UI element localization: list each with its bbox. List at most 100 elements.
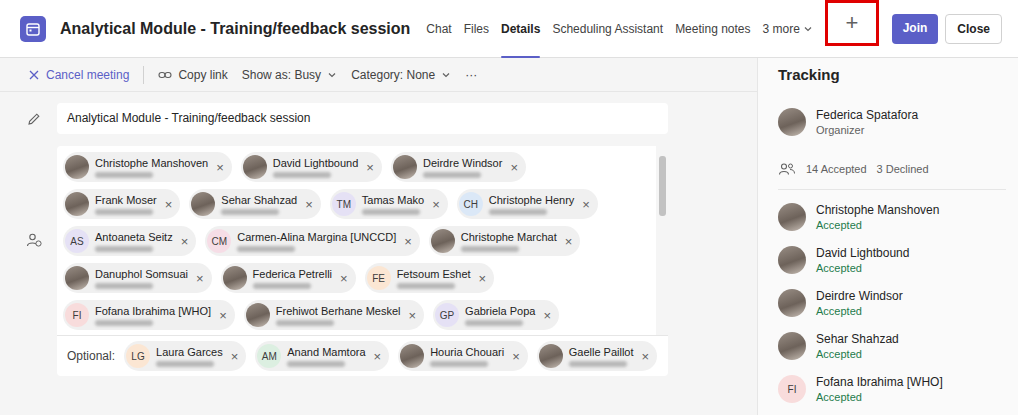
chip-text: Antoaneta Seitz — [95, 231, 173, 252]
tab[interactable]: Files — [458, 0, 495, 58]
remove-button[interactable]: × — [165, 197, 173, 212]
attendee-chip[interactable]: FIFofana Ibrahima [WHO]× — [63, 300, 235, 330]
tab[interactable]: Meeting notes — [669, 0, 756, 58]
attendee-name: Antoaneta Seitz — [95, 231, 173, 243]
avatar-color: GP — [435, 303, 459, 327]
optional-attendees: Optional:LGLaura Garces×AMAnand Mamtora×… — [57, 336, 668, 376]
toolbar-cancel[interactable]: Cancel meeting — [28, 68, 129, 82]
remove-button[interactable]: × — [366, 160, 374, 175]
header-buttons: JoinClose — [892, 14, 1002, 44]
close-button[interactable]: Close — [945, 14, 1002, 44]
chip-text: Frank Moser — [95, 194, 157, 215]
avatar: FE — [367, 266, 391, 290]
toolbar-dropdown[interactable]: Show as: Busy — [242, 68, 337, 82]
attendee-chip[interactable]: Gaelle Paillot × — [537, 341, 657, 371]
attendee-chip[interactable]: Frehiwot Berhane Meskel× — [244, 300, 424, 330]
attendee-chip[interactable]: ASAntoaneta Seitz× — [63, 226, 196, 256]
attendee-chip[interactable]: CMCarmen-Alina Margina [UNCCD]× — [205, 226, 420, 256]
avatar-initials: CH — [464, 199, 478, 210]
attendee-chip[interactable]: GPGabriela Popa× — [433, 300, 559, 330]
separator — [143, 66, 144, 84]
person-name: Fofana Ibrahima [WHO] — [816, 375, 943, 389]
remove-button[interactable]: × — [231, 349, 239, 364]
person-name: Federica Spatafora — [816, 108, 918, 122]
toolbar-label[interactable]: Cancel meeting — [46, 68, 129, 82]
avatar — [65, 192, 89, 216]
remove-button[interactable]: × — [565, 234, 573, 249]
attendee-chip[interactable]: LG Laura Garces × — [124, 341, 246, 371]
toolbar-dropdown[interactable]: Category: None — [351, 68, 451, 82]
body: Cancel meeting Copy link Show as: Busy Cate… — [0, 58, 1018, 415]
blurred-email — [430, 361, 488, 367]
attendee-chip[interactable]: Christophe Manshoven× — [63, 152, 232, 182]
toolbar-label[interactable]: Category: None — [351, 68, 435, 82]
attendee-chip[interactable]: David Lightbound × — [241, 152, 382, 182]
attendee-name: David Lightbound — [273, 157, 359, 169]
avatar: LG — [126, 344, 150, 368]
remove-button[interactable]: × — [642, 349, 650, 364]
remove-button[interactable]: × — [216, 160, 224, 175]
attendee-chip[interactable]: TMTamas Mako× — [330, 189, 448, 219]
blurred-email — [156, 361, 214, 367]
chip-text: Fetsoum Eshet — [397, 268, 471, 289]
attendee-chip[interactable]: AMAnand Mamtora× — [255, 341, 389, 371]
join-button[interactable]: Join — [892, 14, 939, 44]
remove-button[interactable]: × — [404, 234, 412, 249]
blurred-email — [253, 283, 311, 289]
remove-button[interactable]: × — [181, 234, 189, 249]
toolbar-link[interactable]: Copy link — [158, 68, 227, 82]
scrollbar[interactable] — [656, 146, 668, 335]
attendee-chip[interactable]: Houria Chouari× — [398, 341, 528, 371]
remove-button[interactable]: × — [219, 308, 227, 323]
more-tabs-label[interactable]: 3 more — [763, 22, 800, 36]
avatar — [393, 155, 417, 179]
meeting-form: Analytical Module - Training/feedback se… — [0, 92, 668, 376]
more-tabs[interactable]: 3 more — [757, 0, 819, 58]
remove-button[interactable]: × — [196, 271, 204, 286]
attendee-name: Gaelle Paillot — [569, 346, 634, 358]
remove-button[interactable]: × — [408, 308, 416, 323]
remove-button[interactable]: × — [510, 160, 518, 175]
attendees-field[interactable]: Christophe Manshoven×David Lightbound×De… — [57, 146, 668, 376]
remove-button[interactable]: × — [432, 197, 440, 212]
blurred-email — [95, 246, 153, 252]
calendar-glyph-icon — [25, 21, 41, 37]
remove-button[interactable]: × — [582, 197, 590, 212]
remove-button[interactable]: × — [512, 349, 520, 364]
toolbar-more[interactable]: ··· — [465, 68, 477, 82]
attendee-chip[interactable]: Danuphol Somsuai× — [63, 263, 212, 293]
avatar — [400, 344, 424, 368]
blurred-email — [397, 283, 455, 289]
required-attendees: Christophe Manshoven×David Lightbound×De… — [57, 146, 668, 336]
avatar-initials: LG — [131, 351, 144, 362]
attendee-name: Carmen-Alina Margina [UNCCD] — [237, 231, 396, 243]
attendee-chip[interactable]: Frank Moser × — [63, 189, 180, 219]
scrollbar-thumb[interactable] — [659, 156, 666, 216]
attendee-chip[interactable]: CHChristophe Henry× — [457, 189, 598, 219]
title-field[interactable]: Analytical Module - Training/feedback se… — [57, 103, 668, 134]
remove-button[interactable]: × — [479, 271, 487, 286]
remove-button[interactable]: × — [305, 197, 313, 212]
avatar — [539, 344, 563, 368]
tab[interactable]: Chat — [420, 0, 457, 58]
blurred-email — [569, 361, 627, 367]
attendee-chip[interactable]: Federica Petrelli× — [221, 263, 356, 293]
avatar — [778, 203, 806, 231]
chip-text: Laura Garces — [156, 346, 223, 367]
remove-button[interactable]: × — [340, 271, 348, 286]
toolbar-label[interactable]: Copy link — [178, 68, 227, 82]
tab[interactable]: Scheduling Assistant — [546, 0, 669, 58]
attendee-chip[interactable]: FE Fetsoum Eshet × — [365, 263, 495, 293]
remove-button[interactable]: × — [543, 308, 551, 323]
attendee-chip[interactable]: Christophe Marchat× — [429, 226, 581, 256]
attendee-chip[interactable]: Deirdre Windsor× — [391, 152, 526, 182]
toolbar-label[interactable]: Show as: Busy — [242, 68, 321, 82]
tab[interactable]: Details — [495, 0, 546, 58]
person-text: Fofana Ibrahima [WHO]Accepted — [816, 375, 943, 403]
toolbar-label[interactable]: ··· — [465, 68, 477, 82]
avatar-photo — [243, 155, 267, 179]
header-bar: Analytical Module - Training/feedback se… — [0, 0, 1018, 58]
remove-button[interactable]: × — [374, 349, 382, 364]
add-tab-button[interactable]: + — [825, 0, 879, 46]
attendee-chip[interactable]: Sehar Shahzad× — [189, 189, 320, 219]
